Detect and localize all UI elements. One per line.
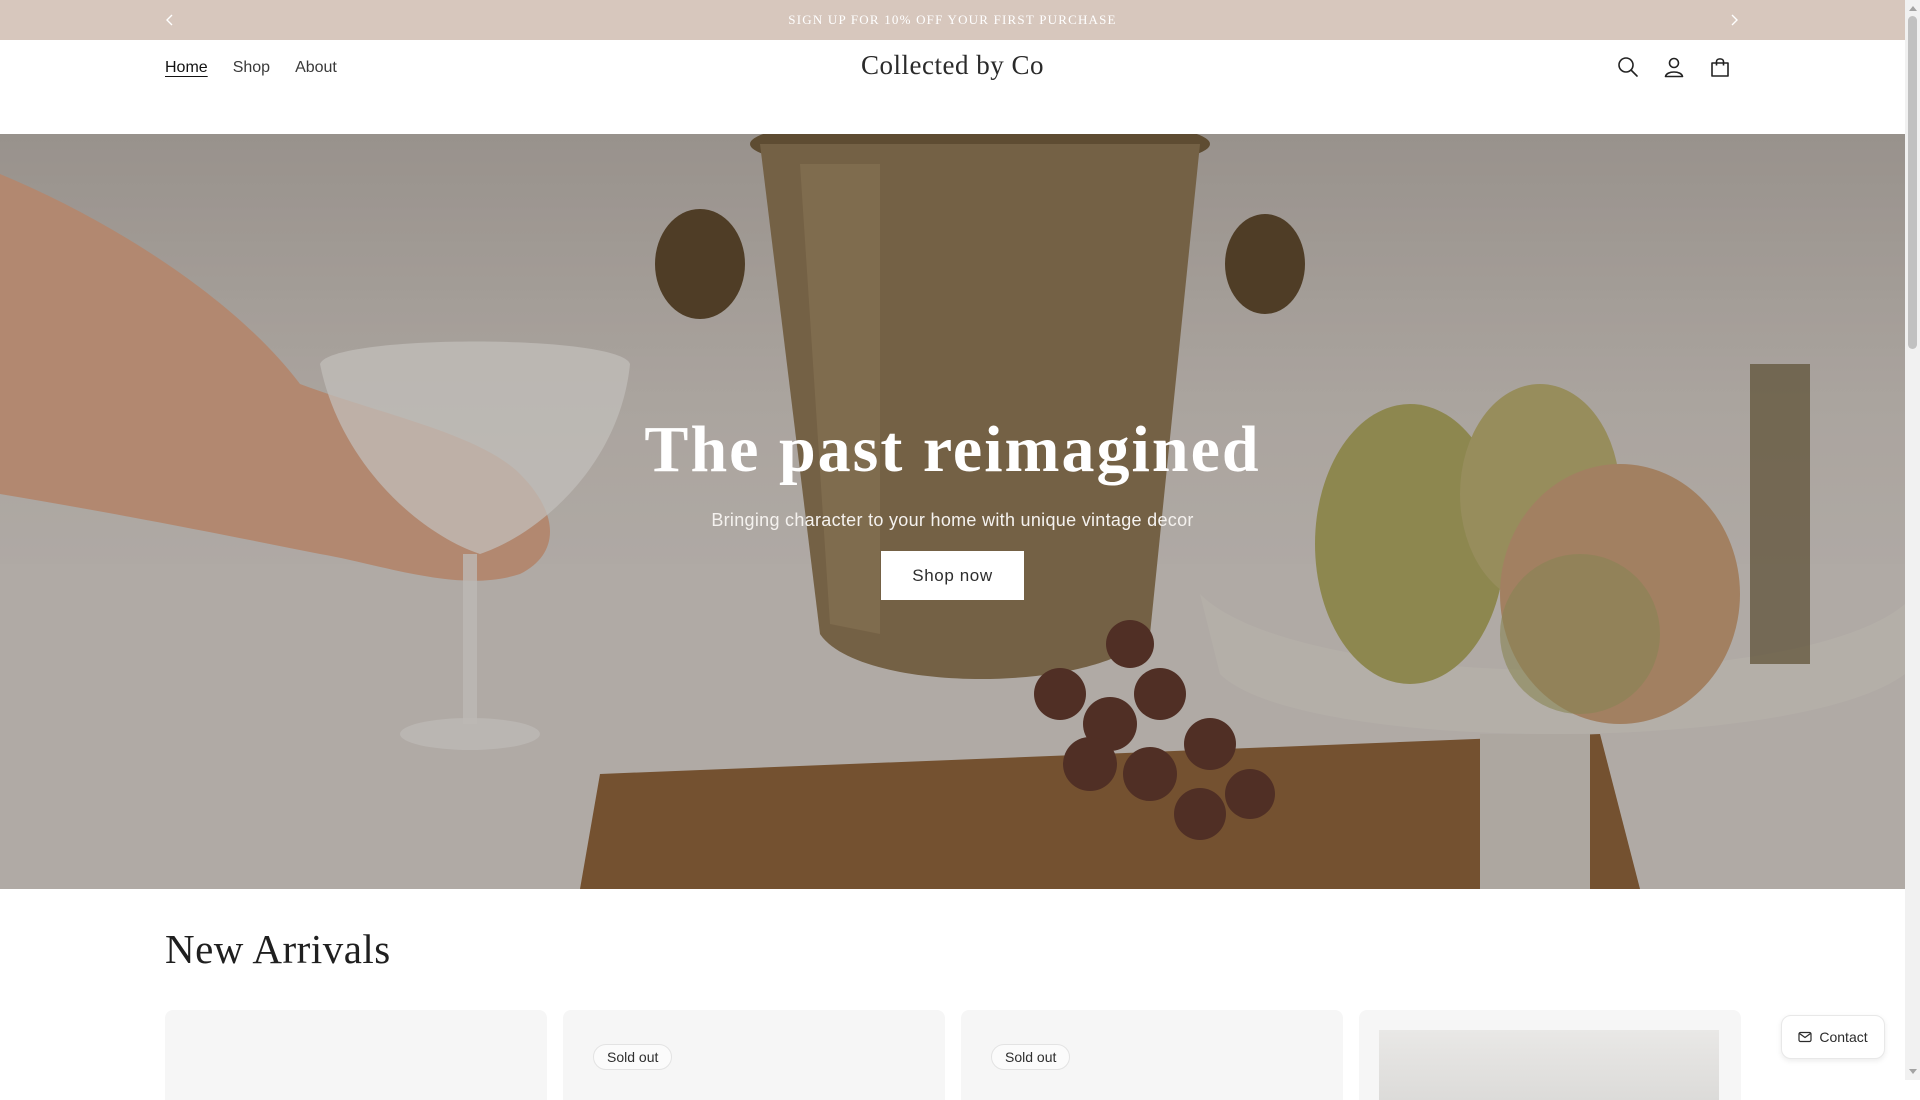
hero-subtitle: Bringing character to your home with uni… bbox=[711, 510, 1194, 530]
cart-button[interactable] bbox=[1704, 51, 1736, 83]
header-icons bbox=[1612, 51, 1736, 83]
account-icon bbox=[1664, 57, 1684, 78]
hero-title: The past reimagined bbox=[644, 413, 1261, 486]
sold-out-badge: Sold out bbox=[991, 1044, 1071, 1070]
triangle-up-icon bbox=[1908, 6, 1917, 11]
hero-content: The past reimagined Bringing character t… bbox=[0, 412, 1905, 600]
chevron-right-icon bbox=[1731, 14, 1738, 26]
store-logo[interactable]: Collected by Co bbox=[861, 50, 1044, 80]
contact-label: Contact bbox=[1819, 1029, 1868, 1045]
contact-button[interactable]: Contact bbox=[1781, 1015, 1885, 1059]
mail-icon bbox=[1798, 1031, 1812, 1043]
sold-out-badge: Sold out bbox=[593, 1044, 673, 1070]
announcement-text[interactable]: SIGN UP FOR 10% OFF YOUR FIRST PURCHASE bbox=[788, 12, 1116, 28]
cart-icon bbox=[1711, 58, 1729, 77]
search-button[interactable] bbox=[1612, 51, 1644, 83]
announcement-next-button[interactable] bbox=[1722, 8, 1746, 32]
account-button[interactable] bbox=[1658, 51, 1690, 83]
product-image bbox=[1379, 1030, 1719, 1100]
product-grid: Sold out Sold out bbox=[165, 1010, 1741, 1100]
site-header: Home Shop About Collected by Co bbox=[0, 40, 1905, 135]
page-scrollbar[interactable] bbox=[1905, 0, 1920, 1080]
shop-now-button[interactable]: Shop now bbox=[881, 551, 1024, 600]
product-card[interactable] bbox=[165, 1010, 547, 1100]
announcement-bar: SIGN UP FOR 10% OFF YOUR FIRST PURCHASE bbox=[0, 0, 1905, 40]
announcement-prev-button[interactable] bbox=[158, 8, 182, 32]
product-card[interactable]: Sold out bbox=[563, 1010, 945, 1100]
chevron-left-icon bbox=[166, 14, 173, 26]
scroll-down-arrow[interactable] bbox=[1908, 1066, 1917, 1078]
product-card[interactable]: Sold out bbox=[961, 1010, 1343, 1100]
scroll-up-arrow[interactable] bbox=[1908, 2, 1917, 14]
product-card[interactable] bbox=[1359, 1010, 1741, 1100]
triangle-down-icon bbox=[1908, 1069, 1917, 1074]
scroll-thumb[interactable] bbox=[1908, 16, 1917, 349]
section-title: New Arrivals bbox=[165, 926, 391, 972]
hero-banner: The past reimagined Bringing character t… bbox=[0, 134, 1905, 889]
search-icon bbox=[1618, 57, 1638, 77]
